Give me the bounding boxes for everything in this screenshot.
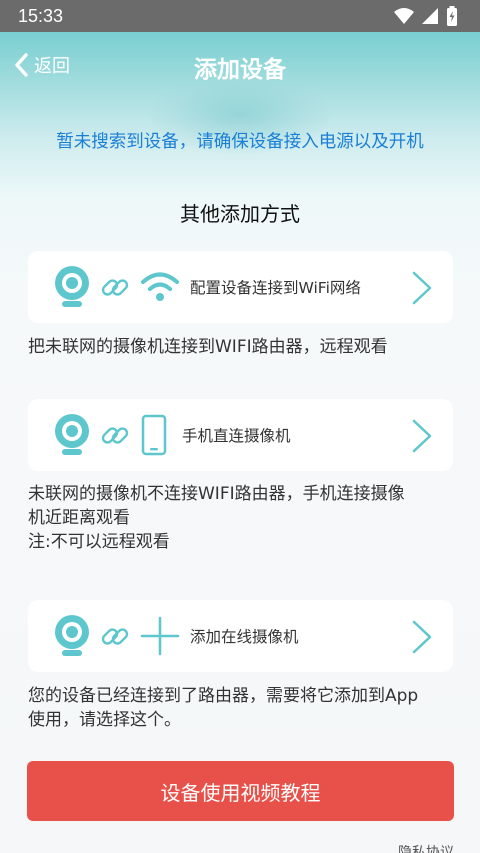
cell-signal-icon (422, 8, 438, 24)
option-desc-line: 使用，请选择这个。 (28, 710, 181, 730)
chevron-right-icon (412, 620, 432, 654)
status-icons (394, 6, 458, 26)
privacy-link[interactable]: 隐私协议 (398, 842, 454, 853)
option-wifi-config[interactable]: 配置设备连接到WiFi网络 (28, 251, 453, 323)
option-desc-line: 您的设备已经连接到了路由器，需要将它添加到App (28, 686, 419, 706)
option-desc: 未联网的摄像机不连接WIFI路由器，手机连接摄像 机近距离观看 注:不可以远程观… (28, 482, 458, 554)
link-icon (101, 279, 129, 296)
wifi-signal-icon (394, 8, 414, 24)
option-phone-direct[interactable]: 手机直连摄像机 (28, 399, 453, 471)
option-desc-line: 机近距离观看 (28, 508, 130, 528)
search-hint: 暂未搜索到设备，请确保设备接入电源以及开机 (56, 132, 424, 152)
option-icons (54, 265, 190, 309)
status-bar: 15:33 (0, 0, 480, 32)
option-desc: 把未联网的摄像机连接到WIFI路由器，远程观看 (28, 337, 388, 357)
plus-icon (140, 616, 180, 656)
phone-icon (141, 414, 167, 456)
section-title: 其他添加方式 (180, 202, 300, 226)
option-label: 添加在线摄像机 (190, 628, 299, 646)
option-icons (54, 413, 178, 457)
nav-bar: 返回 添加设备 (0, 32, 480, 154)
page-title: 添加设备 (194, 57, 286, 83)
camera-icon (55, 414, 89, 455)
battery-icon (447, 6, 457, 26)
option-desc: 您的设备已经连接到了路由器，需要将它添加到App 使用，请选择这个。 (28, 684, 458, 732)
option-desc-line: 未联网的摄像机不连接WIFI路由器，手机连接摄像 (28, 484, 405, 504)
chevron-right-icon (412, 271, 432, 305)
video-tutorial-button[interactable]: 设备使用视频教程 (27, 761, 454, 821)
option-icons (54, 614, 190, 658)
option-add-online[interactable]: 添加在线摄像机 (28, 600, 453, 672)
status-time: 15:33 (18, 5, 64, 26)
link-icon (101, 628, 129, 645)
option-note: 注:不可以远程观看 (28, 532, 170, 552)
link-icon (101, 427, 129, 444)
camera-icon (55, 266, 89, 307)
chevron-right-icon (412, 419, 432, 453)
option-label: 手机直连摄像机 (182, 427, 291, 445)
wifi-icon (141, 272, 179, 301)
option-label: 配置设备连接到WiFi网络 (190, 279, 361, 297)
camera-icon (55, 615, 89, 656)
